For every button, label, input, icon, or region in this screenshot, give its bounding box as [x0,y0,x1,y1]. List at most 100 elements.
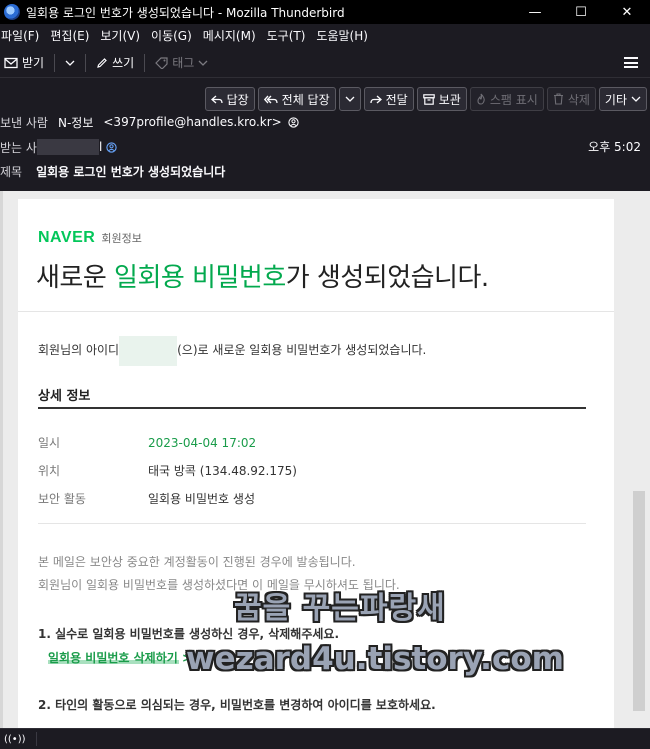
forward-icon [369,95,382,103]
tag-icon [155,56,168,69]
lead-prefix: 회원님의 아이디 [38,343,120,357]
watermark-url: wezard4u.tistory.com [186,641,564,677]
archive-button[interactable]: 보관 [416,87,467,111]
message-body[interactable]: NAVER 회원정보 새로운 일회용 비밀번호가 생성되었습니다. 회원님의 아… [0,191,650,728]
chevron-down-icon [198,60,208,66]
menu-file[interactable]: 파일(F) [0,27,43,44]
divider [18,311,614,312]
from-label: 보낸 사람 [0,115,48,130]
title-bar: 일회용 로그인 번호가 생성되었습니다 - Mozilla Thunderbir… [0,0,650,24]
detail-row-datetime: 일시 2023-04-04 17:02 [38,434,256,451]
detail-value: 태국 방콕 (134.48.92.175) [148,464,297,478]
headline-highlight: 일회용 비밀번호 [114,263,286,293]
delete-button[interactable]: 삭제 [546,87,596,111]
other-actions-label: 기타 [604,92,627,107]
reply-label: 답장 [226,92,249,107]
junk-button[interactable]: 스팸 표시 [469,87,544,111]
redacted-user-id [119,335,178,366]
write-label: 쓰기 [112,56,135,70]
chevron-down-icon [631,96,641,102]
from-email[interactable]: <397profile@handles.kro.kr> [103,115,281,129]
step-2: 2. 타인의 활동으로 의심되는 경우, 비밀번호를 변경하여 아이디를 보호하… [38,698,436,712]
headline-suffix: 가 생성되었습니다. [285,263,489,293]
archive-icon [422,93,435,105]
to-row: 받는 사 l [0,138,117,156]
other-actions-button[interactable]: 기타 [598,87,647,111]
menu-tools[interactable]: 도구(T) [267,27,310,44]
junk-label: 스팸 표시 [489,92,538,107]
write-button[interactable]: 쓰기 [92,50,138,76]
subject-row: 제목 일회용 로그인 번호가 생성되었습니다 [0,162,225,180]
detail-row-activity: 보안 활동 일회용 비밀번호 생성 [38,490,255,507]
message-header: 답장 전체 답장 전달 보관 스팸 표시 삭제 기타 보낸 사람 N-정보 <3… [0,79,650,191]
subject-label: 제목 [0,164,23,179]
delete-label: 삭제 [567,92,590,107]
menu-bar: 파일(F) 편집(E) 보기(V) 이동(G) 메시지(M) 도구(T) 도움말… [0,24,650,46]
flame-icon [477,93,485,105]
toolbar-separator [85,53,87,72]
forward-label: 전달 [385,92,408,107]
menu-view[interactable]: 보기(V) [100,27,144,44]
tag-label: 태그 [172,56,195,70]
thunderbird-icon [4,4,20,20]
window-title: 일회용 로그인 번호가 생성되었습니다 - Mozilla Thunderbir… [26,5,345,20]
detail-key: 보안 활동 [38,492,86,506]
detail-row-location: 위치 태국 방콕 (134.48.92.175) [38,462,297,479]
detail-title: 상세 정보 [38,389,91,404]
detail-key: 위치 [38,464,61,478]
detail-value: 일회용 비밀번호 생성 [148,492,255,506]
window-controls: — ☐ ✕ [512,0,650,24]
online-status-icon[interactable]: ((•)) [4,734,26,745]
from-row: 보낸 사람 N-정보 <397profile@handles.kro.kr> [0,113,299,131]
naver-logo: NAVER [38,229,96,246]
menu-go[interactable]: 이동(G) [151,27,196,44]
tag-button[interactable]: 태그 [151,50,212,76]
menu-help[interactable]: 도움말(H) [316,27,372,44]
app-menu-icon[interactable] [624,57,638,68]
forward-button[interactable]: 전달 [363,87,414,111]
subject-text: 일회용 로그인 번호가 생성되었습니다 [36,164,226,179]
mail-headline: 새로운 일회용 비밀번호가 생성되었습니다. [36,257,489,294]
toolbar-separator [144,53,146,72]
get-mail-dropdown[interactable] [61,50,79,76]
address-book-icon[interactable] [288,116,299,128]
reply-all-label: 전체 답장 [281,92,330,107]
main-toolbar: 받기 쓰기 태그 [0,48,650,78]
get-mail-button[interactable]: 받기 [0,50,48,76]
delete-otp-link[interactable]: 일회용 비밀번호 삭제하기 > [48,649,192,666]
reply-button[interactable]: 답장 [204,87,255,111]
change-password-link[interactable] [48,721,198,728]
brand-subtitle: 회원정보 [101,232,142,245]
reply-icon [210,95,223,103]
chevron-down-icon [345,96,355,102]
redacted-recipient [36,139,99,155]
chevron-down-icon [65,60,75,66]
headline-prefix: 새로운 [36,263,115,293]
from-name[interactable]: N-정보 [58,114,93,131]
close-button[interactable]: ✕ [604,0,650,24]
address-book-icon[interactable] [106,141,117,153]
minimize-button[interactable]: — [512,0,558,24]
status-bar: ((•)) [0,728,650,749]
lead-suffix: (으)로 새로운 일회용 비밀번호가 생성되었습니다. [177,343,427,357]
to-label: 받는 사 [0,140,37,155]
body-left-border [0,191,3,728]
menu-message[interactable]: 메시지(M) [203,27,260,44]
status-text-area [35,732,650,746]
reply-options-dropdown[interactable] [338,87,361,111]
get-mail-label: 받기 [22,56,45,70]
maximize-button[interactable]: ☐ [558,0,604,24]
scrollbar-thumb[interactable] [633,491,645,711]
detail-key: 일시 [38,436,61,450]
menu-edit[interactable]: 편집(E) [50,27,93,44]
toolbar-separator [54,53,56,72]
step-1: 1. 실수로 일회용 비밀번호를 생성하신 경우, 삭제해주세요. [38,627,340,641]
notice-line-1: 본 메일은 보안상 중요한 계정활동이 진행된 경우에 발송됩니다. [38,555,356,569]
archive-label: 보관 [438,92,461,107]
vertical-scrollbar[interactable] [628,191,650,728]
message-actions: 답장 전체 답장 전달 보관 스팸 표시 삭제 기타 [204,87,647,111]
reply-all-button[interactable]: 전체 답장 [257,87,336,111]
envelope-icon [4,57,18,68]
to-suffix[interactable]: l [99,140,102,154]
message-time: 오후 5:02 [588,140,641,154]
